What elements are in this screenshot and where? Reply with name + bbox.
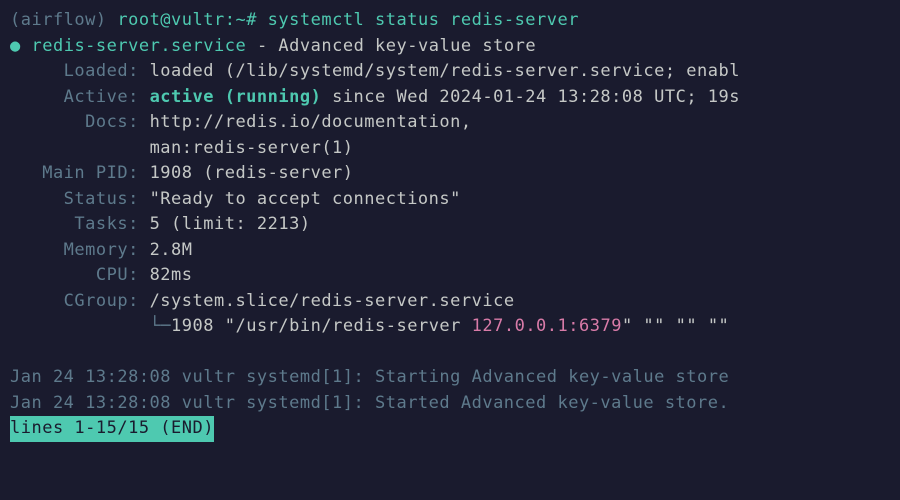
cgroup-value: /system.slice/redis-server.service [150,291,515,311]
cpu-line: CPU: 82ms [10,263,890,289]
log-line-2: Jan 24 13:28:08 vultr systemd[1]: Starte… [10,391,890,417]
memory-value: 2.8M [150,240,193,260]
log-line-1: Jan 24 13:28:08 vultr systemd[1]: Starti… [10,365,890,391]
tasks-line: Tasks: 5 (limit: 2213) [10,212,890,238]
docs-man: man:redis-server(1) [150,138,354,158]
prompt-path: :~# [225,10,268,30]
prompt-env: (airflow) [10,10,117,30]
service-separator: - [246,36,278,56]
blank-line [10,340,890,366]
docs-line: Docs: http://redis.io/documentation, [10,110,890,136]
prompt-line[interactable]: (airflow) root@vultr:~# systemctl status… [10,8,890,34]
cgroup-indent [10,316,150,336]
tree-branch-icon: └─ [150,316,171,336]
loaded-line: Loaded: loaded (/lib/systemd/system/redi… [10,59,890,85]
pager-line[interactable]: lines 1-15/15 (END) [10,416,890,442]
cgroup-binary: "/usr/bin/redis-server [225,316,472,336]
service-header-line: ● redis-server.service - Advanced key-va… [10,34,890,60]
cgroup-label: CGroup: [10,291,150,311]
docs-label: Docs: [10,112,150,132]
cgroup-tree-line: └─1908 "/usr/bin/redis-server 127.0.0.1:… [10,314,890,340]
cgroup-trailing: " "" "" "" [622,316,729,336]
status-value: "Ready to accept connections" [150,189,461,209]
prompt-userhost: root@vultr [117,10,224,30]
cgroup-address: 127.0.0.1:6379 [472,316,622,336]
memory-line: Memory: 2.8M [10,238,890,264]
memory-label: Memory: [10,240,150,260]
mainpid-label: Main PID: [10,163,150,183]
docs-url: http://redis.io/documentation, [150,112,472,132]
cpu-label: CPU: [10,265,150,285]
command-text: systemctl status redis-server [268,10,579,30]
active-line: Active: active (running) since Wed 2024-… [10,85,890,111]
active-status: active (running) [150,87,322,107]
active-since: since Wed 2024-01-24 13:28:08 UTC; 19s [321,87,740,107]
status-bullet-icon: ● [10,36,21,56]
service-description: Advanced key-value store [278,36,536,56]
service-name: redis-server.service [32,36,247,56]
cgroup-line: CGroup: /system.slice/redis-server.servi… [10,289,890,315]
active-label: Active: [10,87,150,107]
tasks-label: Tasks: [10,214,150,234]
status-line: Status: "Ready to accept connections" [10,187,890,213]
mainpid-value: 1908 (redis-server) [150,163,354,183]
cpu-value: 82ms [150,265,193,285]
docs-man-line: man:redis-server(1) [10,136,890,162]
cgroup-pid: 1908 [171,316,225,336]
status-label: Status: [10,189,150,209]
mainpid-line: Main PID: 1908 (redis-server) [10,161,890,187]
loaded-value: loaded (/lib/systemd/system/redis-server… [150,61,740,81]
pager-status: lines 1-15/15 (END) [10,416,214,442]
loaded-label: Loaded: [10,61,150,81]
docs-indent [10,138,150,158]
tasks-value: 5 (limit: 2213) [150,214,311,234]
